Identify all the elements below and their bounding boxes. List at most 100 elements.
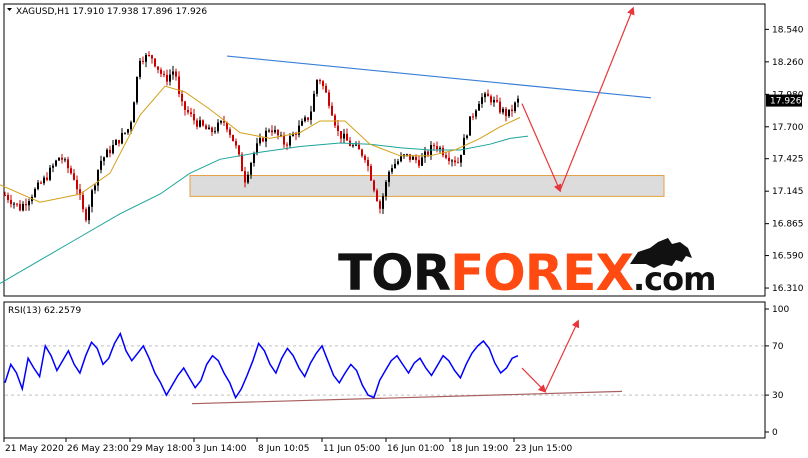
candle-down <box>154 58 156 67</box>
candle-up <box>37 182 39 190</box>
candle-down <box>340 131 342 139</box>
support-zone[interactable] <box>189 175 665 197</box>
candle-up <box>304 117 306 122</box>
candle-down <box>160 69 162 74</box>
candle-up <box>514 102 516 112</box>
candle-up <box>139 60 141 77</box>
candle-up <box>172 71 174 75</box>
symbol-header: XAGUSD,H1 17.910 17.938 17.896 17.926 <box>7 7 207 17</box>
candle-down <box>109 149 111 154</box>
candle-up <box>517 98 519 103</box>
candle-down <box>445 155 447 158</box>
candle-down <box>46 177 48 180</box>
candle-down <box>370 165 372 181</box>
candle-down <box>499 101 501 113</box>
candle-up <box>400 156 402 162</box>
candle-up <box>469 116 471 136</box>
candle-up <box>220 121 222 123</box>
candle-down <box>193 114 195 121</box>
candle-down <box>286 144 288 146</box>
candle-down <box>277 129 279 136</box>
candle-down <box>271 130 273 133</box>
candle-down <box>358 144 360 150</box>
candle-up <box>451 160 453 162</box>
candle-up <box>253 152 255 164</box>
candle-down <box>442 147 444 156</box>
candle-up <box>460 154 462 163</box>
candle-up <box>34 189 36 197</box>
candle-up <box>508 109 510 117</box>
candle-up <box>316 80 318 94</box>
candle-down <box>361 149 363 156</box>
candle-up <box>481 97 483 104</box>
candle-down <box>232 134 234 142</box>
candle-down <box>331 105 333 116</box>
price-tick-label: 16.590 <box>772 252 804 262</box>
candle-down <box>211 127 213 133</box>
price-tick-label: 17.425 <box>772 155 804 165</box>
candle-up <box>217 122 219 132</box>
candle-down <box>25 203 27 206</box>
candle-down <box>337 125 339 132</box>
candle-up <box>412 156 414 160</box>
candle-up <box>466 135 468 138</box>
candle-up <box>214 131 216 133</box>
candle-down <box>40 182 42 184</box>
candle-up <box>28 201 30 206</box>
candle-down <box>73 173 75 180</box>
candle-up <box>106 149 108 158</box>
candle-down <box>142 60 144 62</box>
candle-up <box>385 182 387 197</box>
candle-up <box>124 132 126 134</box>
candle-down <box>175 71 177 77</box>
candle-down <box>82 194 84 210</box>
candle-up <box>97 169 99 186</box>
candle-up <box>394 163 396 169</box>
candle-down <box>244 171 246 183</box>
candle-down <box>364 155 366 160</box>
candle-down <box>181 93 183 102</box>
candle-down <box>427 151 429 155</box>
forex-chart: 18.54018.26017.98017.70017.42517.14516.8… <box>0 3 804 454</box>
candle-up <box>289 136 291 146</box>
price-tick-label: 16.310 <box>772 284 804 294</box>
time-tick-label: 18 Jun 19:00 <box>451 444 508 454</box>
candle-up <box>208 127 210 130</box>
candle-up <box>397 161 399 164</box>
candle-down <box>373 180 375 191</box>
time-tick-label: 3 Jun 14:00 <box>195 444 247 454</box>
candle-up <box>199 120 201 127</box>
candle-up <box>475 110 477 117</box>
candle-down <box>322 81 324 87</box>
candle-up <box>58 157 60 161</box>
candle-down <box>19 203 21 211</box>
candle-down <box>229 129 231 135</box>
rsi-panel[interactable] <box>3 301 766 439</box>
price-tick-label: 17.145 <box>772 187 804 197</box>
rsi-tick-label: 30 <box>772 391 784 401</box>
candle-up <box>274 129 276 133</box>
candle-down <box>448 157 450 161</box>
candle-up <box>439 147 441 150</box>
candle-up <box>103 157 105 161</box>
candle-down <box>178 76 180 94</box>
candle-down <box>490 96 492 103</box>
candle-up <box>13 203 15 205</box>
candle-down <box>418 160 420 166</box>
candle-up <box>256 143 258 153</box>
candle-down <box>283 135 285 145</box>
rsi-tick-label: 70 <box>772 342 784 352</box>
watermark-tor: TOR <box>338 244 451 302</box>
candle-down <box>487 93 489 97</box>
candle-down <box>295 133 297 135</box>
time-tick-label: 11 Jun 05:00 <box>323 444 380 454</box>
candle-down <box>187 109 189 113</box>
candle-up <box>247 174 249 183</box>
candle-up <box>133 102 135 123</box>
time-tick-label: 8 Jun 10:05 <box>258 444 309 454</box>
candle-down <box>328 92 330 106</box>
rsi-tick-label: 0 <box>772 428 778 438</box>
candle-down <box>376 190 378 202</box>
candle-down <box>409 154 411 160</box>
candle-up <box>22 203 24 211</box>
